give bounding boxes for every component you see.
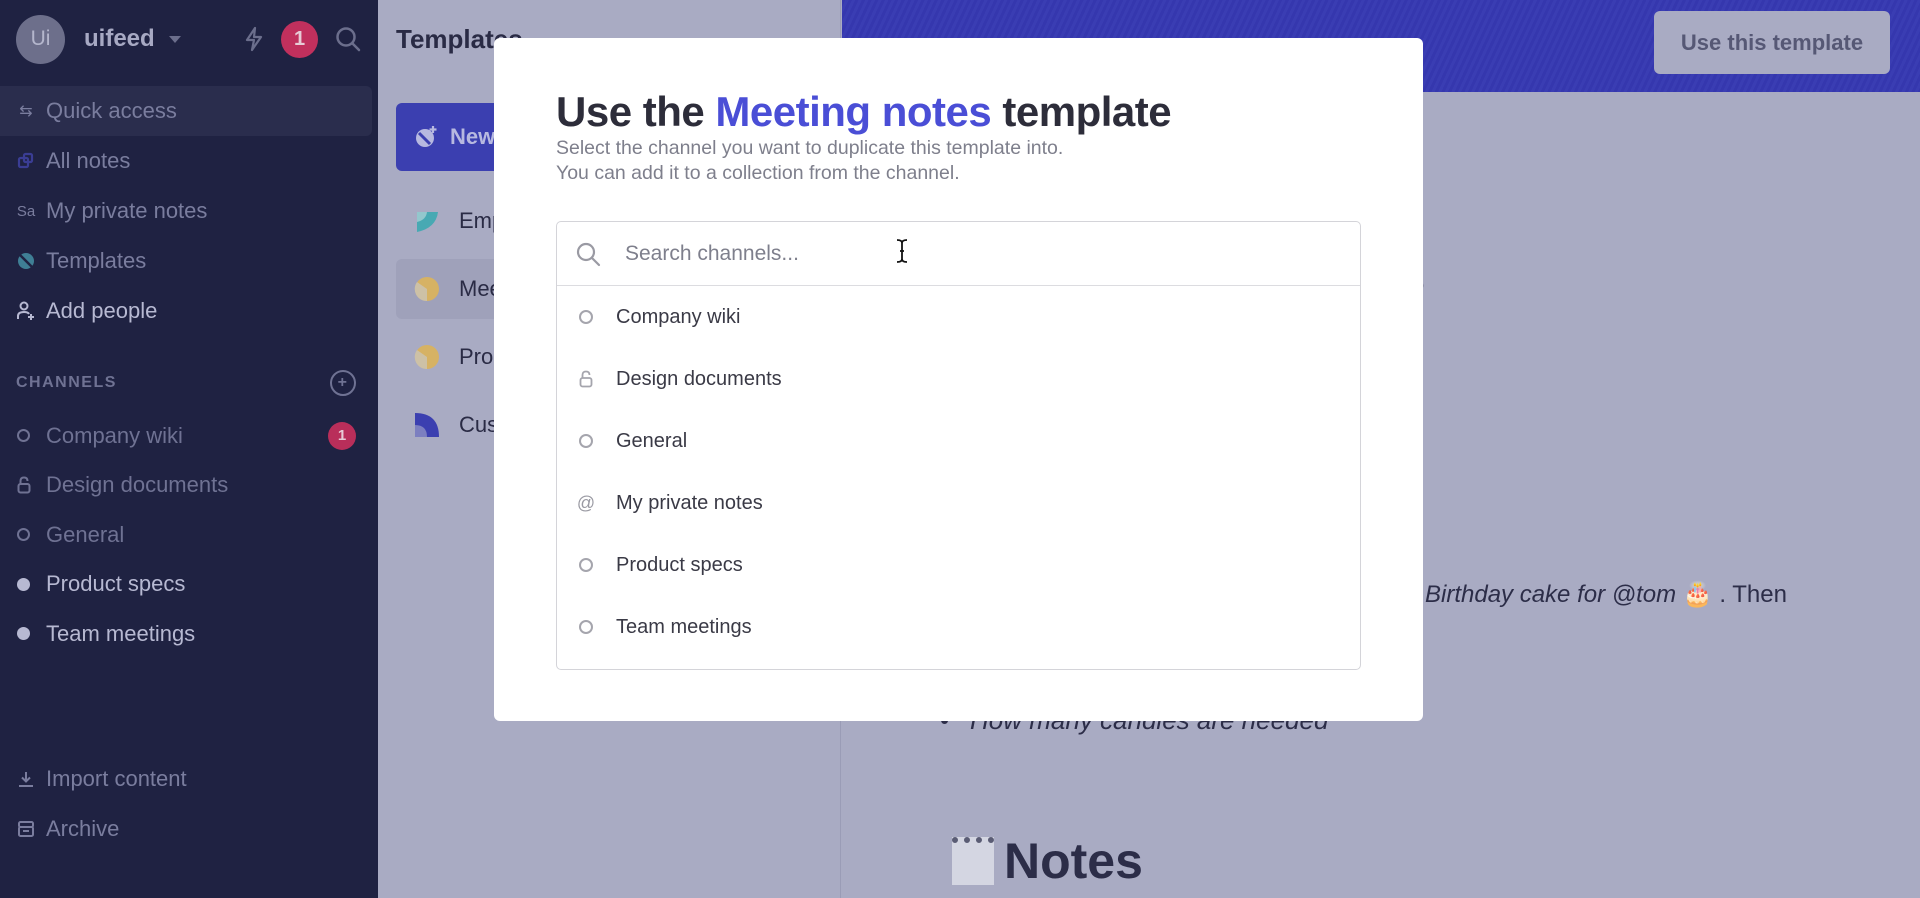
- channel-search-input[interactable]: [625, 241, 1325, 266]
- sidebar-item-quick-access[interactable]: ⇆ Quick access: [0, 86, 372, 136]
- modal-title-prefix: Use the: [556, 88, 705, 135]
- circle-icon: [579, 310, 593, 324]
- template-yellow-icon: [414, 345, 439, 370]
- channel-option-label: General: [616, 429, 688, 452]
- template-teal-icon: [417, 212, 438, 232]
- sidebar-item-label: My private notes: [46, 198, 208, 223]
- channel-label: Design documents: [46, 472, 229, 498]
- notes-stack-icon: [15, 150, 37, 172]
- notification-badge[interactable]: 1: [281, 20, 318, 58]
- template-yellow-icon: [414, 277, 439, 302]
- channels-heading: CHANNELS +: [16, 370, 356, 396]
- notes-heading-label: Notes: [1004, 833, 1143, 889]
- modal-subtitle-line: Select the channel you want to duplicate…: [556, 137, 1064, 159]
- channel-label: Team meetings: [46, 620, 196, 646]
- lock-icon: [579, 370, 593, 388]
- templates-icon: [15, 250, 37, 272]
- circle-icon: [579, 558, 593, 572]
- notepad-icon: [952, 837, 994, 885]
- sidebar-footer: Import content Archive: [0, 754, 372, 854]
- sidebar-item-label: Import content: [46, 766, 187, 791]
- circle-icon: [579, 434, 593, 448]
- new-template-label: New: [450, 124, 496, 149]
- use-template-button[interactable]: Use this template: [1654, 11, 1890, 74]
- channel-option-product-specs[interactable]: Product specs: [557, 534, 1360, 596]
- archive-icon: [15, 818, 37, 840]
- at-icon: @: [576, 492, 596, 513]
- modal-title-suffix: template: [1002, 88, 1172, 135]
- add-person-icon: [15, 300, 37, 322]
- sidebar-item-my-private-notes[interactable]: Sa My private notes: [0, 186, 372, 236]
- channel-label: Company wiki: [46, 422, 183, 448]
- sidebar-item-templates[interactable]: Templates: [0, 236, 372, 286]
- channel-option-team-meetings[interactable]: Team meetings: [557, 596, 1360, 658]
- sidebar-item-label: Templates: [46, 248, 147, 273]
- chevron-down-icon[interactable]: [168, 35, 181, 43]
- filled-circle-icon: [17, 627, 30, 641]
- channel-option-general[interactable]: General: [557, 410, 1360, 472]
- sidebar-item-add-people[interactable]: Add people: [0, 286, 372, 336]
- sidebar-channel-team-meetings[interactable]: Team meetings: [0, 609, 356, 659]
- channel-option-label: Product specs: [616, 553, 743, 576]
- template-label: Pro: [459, 344, 494, 369]
- paragraph: Birthday cake for @tom 🎂 . Then: [1425, 580, 1787, 609]
- avatar[interactable]: Ui: [16, 14, 65, 64]
- paragraph-tail: . Then: [1719, 581, 1787, 608]
- channel-option-label: Team meetings: [616, 615, 752, 638]
- unread-badge: 1: [328, 421, 356, 450]
- channels-heading-label: CHANNELS: [16, 374, 117, 391]
- sidebar-item-label: Add people: [46, 298, 158, 323]
- channel-label: General: [46, 521, 125, 547]
- text-cursor-icon: [896, 239, 908, 263]
- channel-option-design-documents[interactable]: Design documents: [557, 348, 1360, 410]
- search-icon: [576, 242, 601, 266]
- add-channel-button[interactable]: +: [330, 370, 356, 396]
- new-template-icon: [416, 126, 437, 147]
- sidebar-channel-company-wiki[interactable]: Company wiki 1: [0, 411, 356, 461]
- channel-option-label: Design documents: [616, 367, 782, 390]
- private-notes-icon: Sa: [16, 202, 36, 220]
- sidebar-channel-general[interactable]: General: [0, 510, 356, 560]
- workspace-name[interactable]: uifeed: [84, 25, 155, 53]
- lock-icon: [17, 476, 31, 494]
- sidebar-item-label: All notes: [46, 148, 131, 173]
- notes-heading: Notes: [952, 832, 1143, 890]
- sidebar-item-label: Quick access: [46, 98, 177, 123]
- channel-option-my-private-notes[interactable]: @ My private notes: [557, 472, 1360, 534]
- sidebar-item-import-content[interactable]: Import content: [0, 754, 372, 804]
- arrows-swap-icon: ⇆: [19, 103, 33, 120]
- template-blue-icon: [415, 413, 439, 437]
- modal-subtitle-line: You can add it to a collection from the …: [556, 162, 960, 184]
- sidebar-channel-product-specs[interactable]: Product specs: [0, 560, 356, 610]
- sidebar-item-label: Archive: [46, 816, 120, 841]
- sidebar-nav: ⇆ Quick access All notes Sa My private n…: [0, 86, 372, 336]
- sidebar-item-all-notes[interactable]: All notes: [0, 136, 372, 186]
- template-label: Cus: [459, 412, 499, 437]
- channel-label: Product specs: [46, 571, 186, 597]
- circle-icon: [579, 620, 593, 634]
- sidebar: Ui uifeed 1 ⇆ Quick access All notes Sa …: [0, 0, 378, 898]
- sidebar-channel-design-documents[interactable]: Design documents: [0, 461, 356, 511]
- circle-icon: [17, 528, 30, 542]
- use-template-modal: Use the Meeting notes template Select th…: [494, 38, 1423, 721]
- modal-title: Use the Meeting notes template: [556, 88, 1172, 136]
- channel-picker: Company wiki Design documents General @ …: [556, 221, 1361, 670]
- plus-icon: +: [337, 374, 349, 391]
- filled-circle-icon: [17, 577, 30, 591]
- download-icon: [15, 768, 37, 790]
- lightning-icon[interactable]: [243, 26, 265, 52]
- channel-option-company-wiki[interactable]: Company wiki: [557, 286, 1360, 348]
- channel-list: Company wiki 1 Design documents General …: [0, 411, 356, 659]
- workspace-header: Ui uifeed 1: [16, 14, 362, 64]
- search-icon[interactable]: [334, 25, 362, 53]
- sidebar-item-archive[interactable]: Archive: [0, 804, 372, 854]
- channel-option-label: My private notes: [616, 491, 763, 514]
- circle-icon: [17, 429, 30, 443]
- modal-subtitle: Select the channel you want to duplicate…: [556, 136, 1063, 186]
- modal-title-template-name: Meeting notes: [715, 88, 992, 135]
- paragraph-italic: Birthday cake for @tom: [1425, 581, 1677, 608]
- cake-emoji-icon: 🎂: [1682, 581, 1713, 608]
- channel-search-row: [557, 222, 1360, 286]
- channel-option-label: Company wiki: [616, 305, 741, 328]
